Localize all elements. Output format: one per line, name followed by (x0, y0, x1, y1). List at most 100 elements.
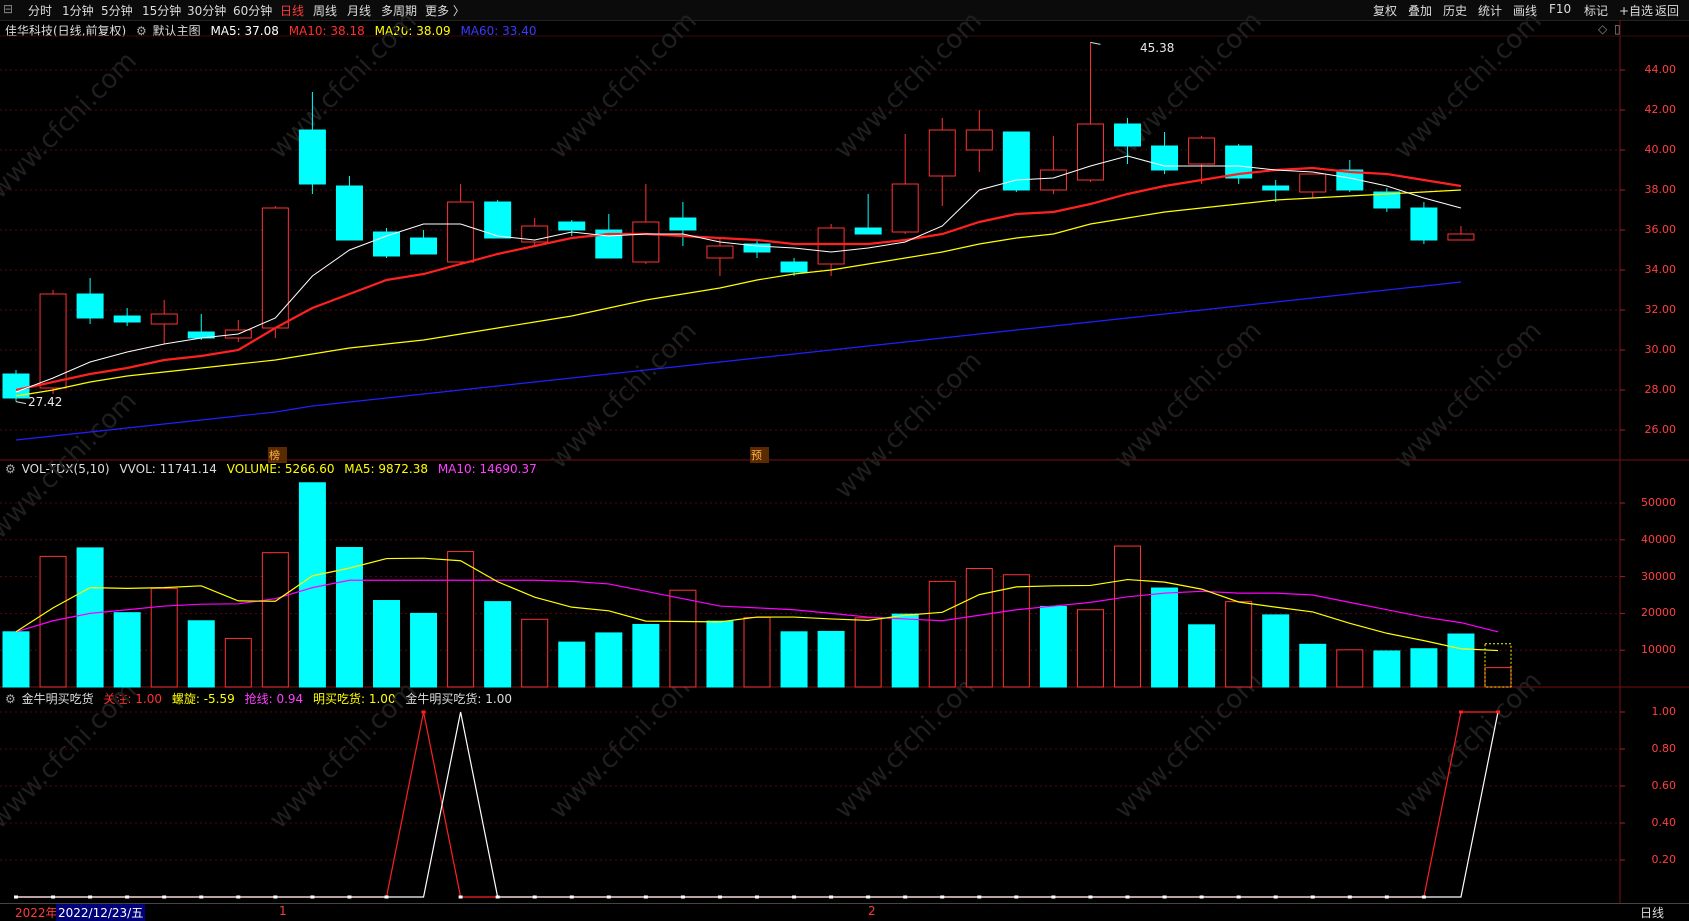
period-tab-4[interactable]: 30分钟 (187, 2, 226, 19)
candle-body (1447, 233, 1475, 241)
event-marker-2[interactable]: 预 (750, 447, 769, 463)
candle-body (1262, 185, 1290, 191)
period-tab-0[interactable]: 分时 (28, 2, 52, 19)
toolbar-button-5[interactable]: F10 (1549, 2, 1571, 16)
diamond-icon[interactable]: ◇ (1598, 22, 1607, 36)
period-label[interactable]: 日线 (1640, 904, 1664, 921)
candle-body (410, 237, 438, 255)
candle-body (261, 207, 289, 329)
volume-bar (521, 618, 549, 688)
watermark-text: www.cfchi.com (544, 316, 703, 475)
period-tab-3[interactable]: 15分钟 (142, 2, 181, 19)
toolbar-button-8[interactable]: 返回 (1655, 2, 1679, 19)
signal-dot (1014, 895, 1019, 899)
settings-icon[interactable]: ⚙ (5, 692, 16, 706)
price_axis-label: 26.00 (1644, 423, 1677, 436)
volume-bar (113, 612, 141, 688)
candle-body (1151, 145, 1179, 171)
volume-bar (1114, 545, 1141, 688)
ind_axis-label: 0.80 (1651, 742, 1677, 755)
vol_axis-label: 40000 (1641, 532, 1676, 546)
toolbar-button-3[interactable]: 统计 (1478, 2, 1502, 19)
toolbar-button-6[interactable]: 标记 (1584, 2, 1608, 19)
ind-name[interactable]: 金牛明买吃货 (22, 692, 94, 706)
collapse-icon[interactable]: ⊟ (3, 2, 13, 16)
candle-body (706, 245, 734, 259)
ma5-line (15, 155, 1462, 393)
signal-dot (569, 895, 574, 899)
candle-body (1076, 123, 1104, 181)
candle-body (447, 201, 475, 263)
candle-body (484, 201, 512, 239)
ma10-value: MA10: 38.18 (288, 24, 365, 38)
volume-bar (854, 617, 882, 688)
period-tab-10[interactable]: 更多 〉 (425, 2, 465, 19)
volume-bar (187, 620, 215, 688)
watermark-text: www.cfchi.com (0, 46, 143, 205)
volume-bar (150, 587, 178, 688)
panel-toggle-icon[interactable]: ▯ (1614, 22, 1621, 36)
candle-body (2, 373, 30, 399)
mingmai-value: 明买吃货: 1.00 (313, 692, 396, 706)
volume-legend: ⚙ VOL-TDX(5,10) VVOL: 11741.14 VOLUME: 5… (5, 462, 543, 476)
period-tab-5[interactable]: 60分钟 (233, 2, 272, 19)
settings-icon[interactable]: ⚙ (136, 24, 147, 38)
qiangxian-value: 抢线: 0.94 (244, 692, 304, 706)
toolbar-button-4[interactable]: 画线 (1513, 2, 1537, 19)
period-tab-1[interactable]: 1分钟 (62, 2, 94, 19)
vol-indicator-name[interactable]: VOL-TDX(5,10) (22, 462, 110, 476)
watermark-text: www.cfchi.com (1389, 6, 1548, 165)
candle-body (1039, 169, 1067, 191)
period-tab-8[interactable]: 月线 (347, 2, 371, 19)
candle-body (965, 129, 993, 151)
period-tab-6[interactable]: 日线 (280, 2, 304, 19)
candle-body (780, 261, 808, 273)
stock-title[interactable]: 佳华科技(日线,前复权) (5, 24, 126, 38)
period-tab-7[interactable]: 周线 (313, 2, 337, 19)
watermark-text: www.cfchi.com (544, 666, 703, 825)
high-price-label: 45.38 (1140, 41, 1175, 55)
event-marker-1[interactable]: 榜 (268, 447, 287, 463)
luoxuan-value: 螺旋: -5.59 (171, 692, 235, 706)
ma5-value: MA5: 37.08 (210, 24, 279, 38)
price_axis-label: 32.00 (1644, 303, 1677, 316)
ma60-line (15, 281, 1462, 441)
candle-body (1410, 207, 1438, 241)
candle-body (558, 221, 586, 231)
signal-dot (495, 895, 500, 899)
signal-dot (199, 895, 204, 899)
volume-bar (1299, 643, 1327, 688)
main-indicator-name[interactable]: 默认主图 (153, 24, 201, 38)
vol_axis-label: 20000 (1641, 606, 1676, 620)
jinniu-signal-line (16, 711, 1499, 898)
toolbar-button-7[interactable]: +自选 (1619, 2, 1653, 19)
ma20-value: MA20: 38.09 (374, 24, 451, 38)
period-tab-9[interactable]: 多周期 (381, 2, 417, 19)
watermark-text: www.cfchi.com (829, 6, 988, 165)
volume-bar (1225, 601, 1253, 688)
toolbar-button-0[interactable]: 复权 (1373, 2, 1397, 19)
candle-body (743, 243, 771, 253)
price_axis-label: 38.00 (1644, 183, 1677, 196)
price_axis-label: 30.00 (1644, 343, 1677, 356)
vol_axis-label: 30000 (1641, 569, 1676, 583)
cursor-date: 2022/12/23/五 (56, 904, 146, 921)
watermark-text: www.cfchi.com (829, 346, 988, 505)
settings-icon[interactable]: ⚙ (5, 462, 16, 476)
volume-bar (1447, 633, 1475, 688)
kline-chart[interactable]: www.cfchi.com www.cfchi.com www.cfchi.com w… (0, 0, 1689, 918)
volume-bar (1262, 614, 1290, 688)
toolbar-button-1[interactable]: 叠加 (1408, 2, 1432, 19)
vvol-value: VVOL: 11741.14 (119, 462, 217, 476)
watermark-text: www.cfchi.com (544, 6, 703, 165)
signal-dot (14, 895, 18, 899)
volume-bar (891, 613, 919, 688)
watermark-text: www.cfchi.com (1389, 666, 1548, 825)
signal-dot (458, 895, 463, 899)
volume-bar (335, 547, 363, 688)
candle-body (298, 129, 326, 185)
period-tab-2[interactable]: 5分钟 (101, 2, 133, 19)
signal-dot (1310, 895, 1315, 899)
toolbar-button-2[interactable]: 历史 (1443, 2, 1467, 19)
volume-bar (965, 568, 993, 688)
